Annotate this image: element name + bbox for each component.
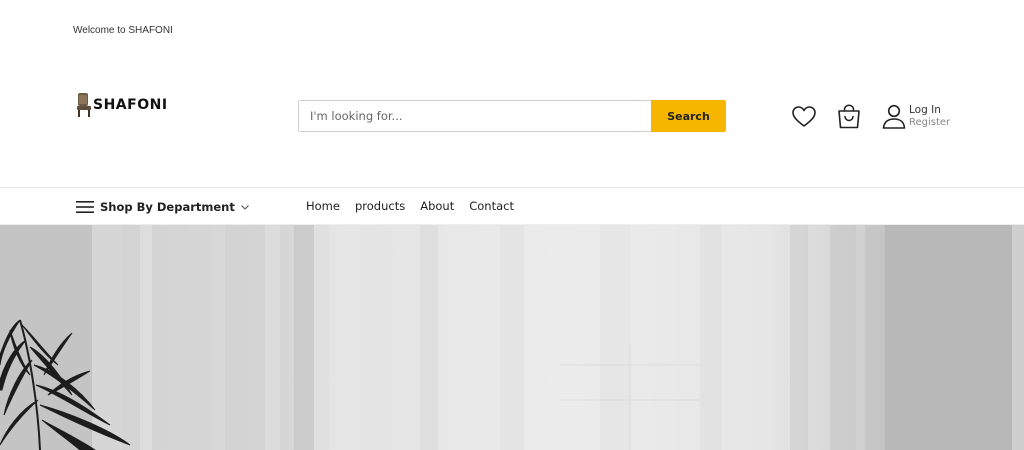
shop-by-department-menu[interactable]: Shop By Department — [76, 199, 250, 215]
hamburger-icon — [76, 201, 94, 213]
nav-link-products[interactable]: products — [355, 199, 405, 213]
search-input[interactable] — [298, 100, 651, 132]
wishlist-button[interactable] — [792, 106, 816, 128]
chevron-down-icon — [240, 205, 249, 210]
nav-link-home[interactable]: Home — [306, 199, 340, 213]
main-nav: Shop By Department Home products About C… — [0, 187, 1024, 225]
hero-image — [0, 225, 1024, 450]
top-bar: Welcome to SHAFONI — [0, 0, 1024, 60]
nav-link-contact[interactable]: Contact — [469, 199, 514, 213]
chair-logo-icon — [77, 93, 91, 117]
heart-icon — [792, 106, 816, 127]
cart-button[interactable] — [837, 104, 861, 129]
shopping-bag-icon — [838, 104, 860, 129]
account-button[interactable] — [882, 104, 906, 129]
department-label: Shop By Department — [100, 200, 235, 214]
search-bar: Search — [298, 100, 726, 132]
search-button[interactable]: Search — [651, 100, 726, 132]
logo-text: SHAFONI — [93, 97, 168, 113]
register-link[interactable]: Register — [909, 116, 950, 129]
login-link[interactable]: Log In — [909, 104, 950, 116]
site-logo[interactable]: SHAFONI — [76, 92, 168, 118]
nav-link-about[interactable]: About — [420, 199, 454, 213]
hero-banner — [0, 225, 1024, 450]
user-icon — [882, 104, 906, 129]
account-links: Log In Register — [909, 104, 950, 129]
welcome-text: Welcome to SHAFONI — [73, 25, 173, 36]
nav-links: Home products About Contact — [306, 199, 529, 213]
site-header: SHAFONI Search Log In Register — [0, 60, 1024, 187]
